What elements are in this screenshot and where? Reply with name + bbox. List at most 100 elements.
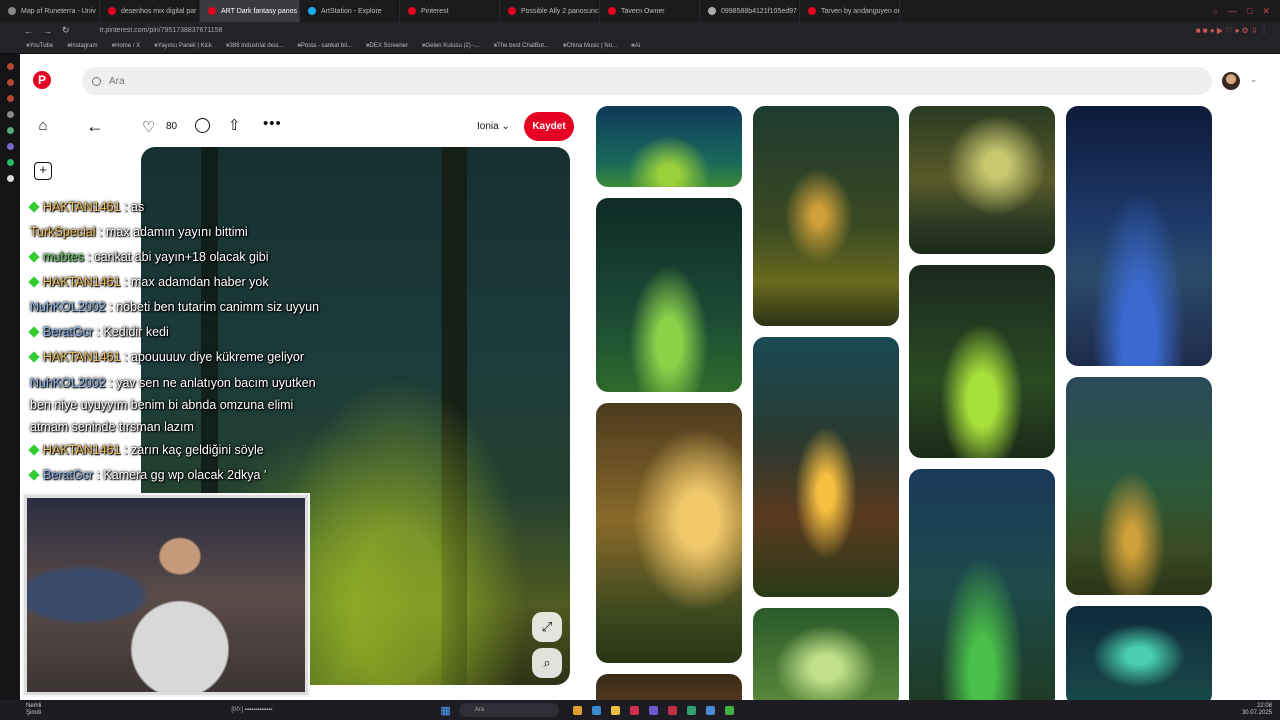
media-ticker: [00:] ▪▪▪▪▪▪▪▪▪▪▪▪▪ [231,707,273,713]
search-icon[interactable]: ○ [1213,6,1218,17]
grid-pin[interactable] [909,469,1055,700]
browser-tab[interactable]: desenhos mix digital par [100,0,200,22]
weather-widget[interactable]: Nemli Şimdi [0,703,41,717]
sidebar-app-icon[interactable] [6,175,14,182]
minimize-icon[interactable]: — [1228,6,1237,17]
bookmark-item[interactable]: Ai [631,43,640,49]
board-select[interactable]: Ionia ⌄ [477,121,510,132]
create-icon[interactable]: + [34,162,52,180]
sidebar-app-icon[interactable] [6,127,14,134]
back-arrow-icon[interactable]: ← [24,26,33,36]
grid-pin[interactable] [909,265,1055,458]
grid-pin[interactable] [596,674,742,700]
taskbar-search[interactable]: Ara [458,703,559,717]
browser-tab[interactable]: ART Dark fantasy panos [200,0,300,22]
app-icon[interactable] [629,705,639,715]
chat-username: BeratGcr [43,325,94,339]
start-icon[interactable]: ▦ [440,704,450,717]
visual-search-icon[interactable]: ⌕ [532,648,562,678]
chat-text: : cankat abi yayın+18 olacak gibi [87,250,269,264]
grid-pin[interactable] [753,608,899,700]
back-arrow-icon[interactable]: ← [86,116,104,137]
grid-pin[interactable] [596,198,742,392]
app-icon[interactable] [705,705,715,715]
grid-pin[interactable] [1066,106,1212,366]
extension-icons[interactable]: ■ ■ ● ▶ ♡ ● ⚙ ⇩ ⋮ [1196,26,1280,35]
bookmark-item[interactable]: Gelen Kutusu (2) -... [422,43,480,49]
clock[interactable]: 22:08 30.07.2025 [1242,703,1280,717]
subscriber-badge-icon [28,276,40,288]
sidebar-app-icon[interactable] [6,111,14,118]
app-icon[interactable] [724,705,734,715]
chat-username: HAKTAN1461 [43,443,121,457]
subscriber-badge-icon [28,351,40,363]
bookmark-item[interactable]: YouTube [26,43,54,49]
app-icon[interactable] [648,705,658,715]
forward-arrow-icon[interactable]: → [43,26,52,36]
chat-username: HAKTAN1461 [43,200,121,214]
more-options-icon[interactable]: ••• [263,115,282,132]
chevron-down-icon[interactable]: ⌄ [1250,74,1258,85]
window-controls[interactable]: ○ — □ ✕ [1213,6,1280,17]
comment-icon[interactable] [195,118,210,133]
tab-label: Pinterest [421,7,449,15]
chat-text: : max adamdan haber yok [124,275,269,289]
heart-icon[interactable]: ♡ [142,118,155,136]
app-icon[interactable] [591,705,601,715]
bookmark-item[interactable]: Instagram [67,43,98,49]
grid-pin[interactable] [909,106,1055,254]
chat-username: NuhKOL2002 [30,376,106,390]
grid-pin[interactable] [1066,377,1212,595]
search-input[interactable]: Ara [82,67,1212,95]
tab-label: Map of Runeterra - Univ [21,7,96,15]
bookmark-item[interactable]: DEX Screener [366,43,408,49]
chat-message: TurkSpecial : max adamın yayını bittimi [30,220,330,245]
clock-time: 22:08 [1256,703,1272,709]
chat-username: mubtes [43,250,84,264]
browser-tab[interactable]: Possible Ally 2 panosunc [500,0,600,22]
reload-icon[interactable]: ↻ [62,25,70,36]
bookmark-item[interactable]: The best ChatBot... [494,43,549,49]
bookmark-item[interactable]: China Music | No... [563,43,618,49]
bookmark-item[interactable]: Home / X [112,43,140,49]
avatar[interactable] [1222,72,1240,90]
chat-message: BeratGcr : Kedidir kedi [28,320,330,345]
chat-username: TurkSpecial [30,225,96,239]
weather-label: Nemli [26,703,42,709]
grid-pin[interactable] [753,106,899,326]
app-icon[interactable] [667,705,677,715]
sidebar-app-icon[interactable] [6,143,14,150]
browser-tab[interactable]: Map of Runeterra - Univ [0,0,100,22]
chat-text: : max adamın yayını bittimi [99,225,248,239]
browser-tab[interactable]: Tarven by andanguyen on [800,0,900,22]
expand-icon[interactable]: ⤢ [532,612,562,642]
bookmark-item[interactable]: Posta - cankat bil... [297,43,352,49]
home-icon[interactable]: ⌂ [34,117,52,135]
pinterest-logo[interactable]: P [33,71,51,89]
tab-favicon-icon [608,7,616,15]
app-icon[interactable] [572,705,582,715]
share-icon[interactable]: ⇧ [228,116,241,134]
browser-tab[interactable]: Pinterest [400,0,500,22]
grid-pin[interactable] [753,337,899,597]
browser-tab[interactable]: 0998588b4121f105ed97 [700,0,800,22]
save-button[interactable]: Kaydet [524,112,574,141]
maximize-icon[interactable]: □ [1247,6,1252,17]
browser-tab[interactable]: ArtStation - Explore [300,0,400,22]
chat-text: : as [124,200,145,214]
sidebar-app-icon[interactable] [6,159,14,166]
close-icon[interactable]: ✕ [1262,6,1270,17]
bookmark-item[interactable]: 388 Industrial desi... [226,43,284,49]
chat-message: HAKTAN1461 : apouuuuv diye kükreme geliy… [28,345,330,370]
app-icon[interactable] [686,705,696,715]
browser-tab[interactable]: Tavern Owner [600,0,700,22]
url-field[interactable]: tr.pinterest.com/pin/795173883767115​8 [100,27,223,34]
grid-pin[interactable] [1066,606,1212,700]
app-icon[interactable] [610,705,620,715]
grid-pin[interactable] [596,403,742,663]
grid-pin[interactable] [596,106,742,187]
sidebar-app-icon[interactable] [6,63,14,70]
sidebar-app-icon[interactable] [6,79,14,86]
sidebar-app-icon[interactable] [6,95,14,102]
bookmark-item[interactable]: Yayıncı Paneli | Kick [154,43,212,49]
